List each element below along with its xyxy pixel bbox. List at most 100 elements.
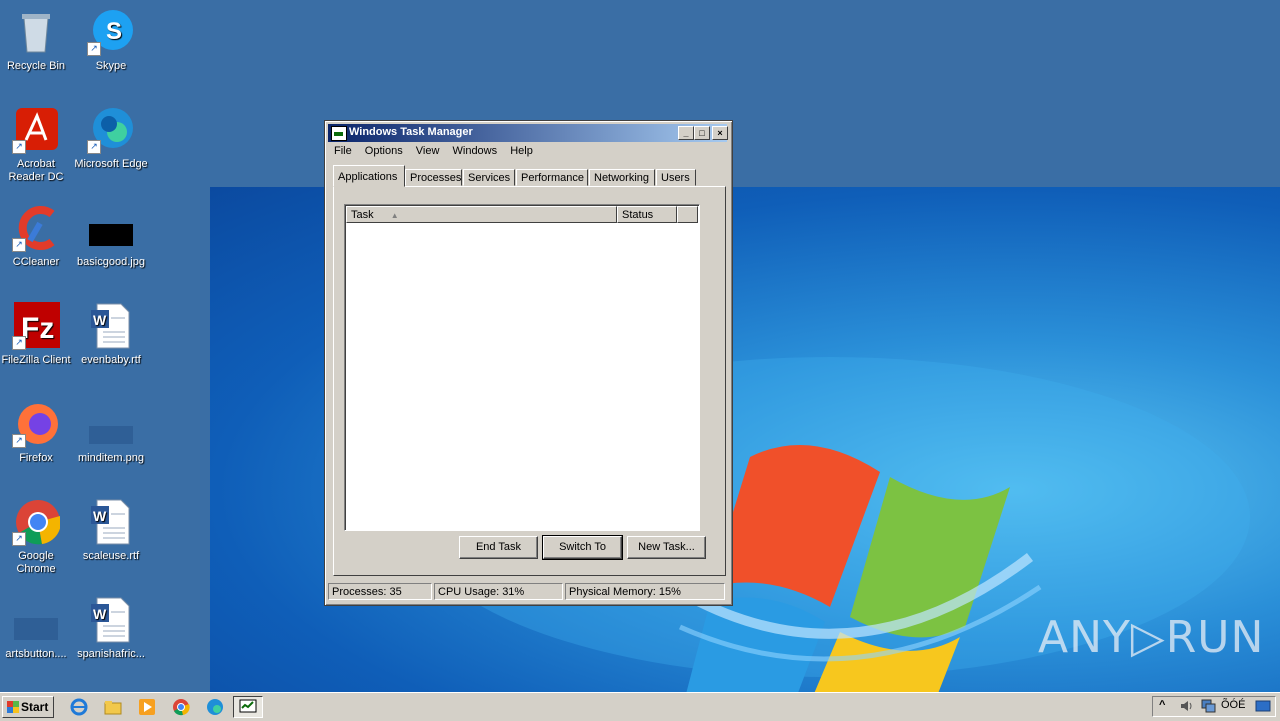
status-processes: Processes: 35 [328,583,432,600]
new-task-button[interactable]: New Task... [627,536,706,559]
icon-label: evenbaby.rtf [81,354,141,366]
filezilla-icon: Fz ↗ [12,302,60,350]
shortcut-arrow-icon: ↗ [12,532,26,546]
edge-icon: ↗ [87,106,135,154]
icon-label: CCleaner [12,256,60,268]
tab-networking[interactable]: Networking [589,169,655,186]
task-manager-taskbar-button[interactable] [233,696,263,718]
tab-processes[interactable]: Processes [405,169,462,186]
recycle-bin-icon [12,8,60,56]
desktop-icon-basicgood[interactable]: basicgood.jpg [73,204,149,269]
internet-explorer-icon[interactable] [70,698,88,716]
tab-applications[interactable]: Applications [333,165,405,187]
desktop-icon-filezilla[interactable]: Fz ↗ FileZilla Client [0,302,74,367]
icon-label: spanishafric... [77,648,145,660]
icon-label: FileZilla Client [1,354,71,366]
icon-label: artsbutton.... [5,648,67,660]
shortcut-arrow-icon: ↗ [87,140,101,154]
icon-label: Skype [95,60,127,72]
chrome-taskbar-icon[interactable] [172,698,190,716]
show-desktop-icon[interactable] [1255,699,1271,713]
desktop-icon-edge[interactable]: ↗ Microsoft Edge [73,106,149,171]
switch-to-button[interactable]: Switch To [542,535,623,560]
svg-text:W: W [93,606,107,622]
desktop-icon-artsbutton[interactable]: artsbutton.... [0,596,74,661]
minimize-button[interactable]: _ [678,126,694,140]
title-bar[interactable]: Windows Task Manager _ □ × [328,124,728,142]
menu-help[interactable]: Help [505,143,538,159]
menu-windows[interactable]: Windows [448,143,503,159]
volume-icon[interactable] [1179,699,1195,713]
status-physical-memory: Physical Memory: 15% [565,583,725,600]
file-explorer-icon[interactable] [104,698,122,716]
anyrun-watermark: ANY▷RUN [1038,612,1265,663]
media-player-icon[interactable] [138,698,156,716]
task-manager-icon [239,699,257,713]
tab-performance[interactable]: Performance [516,169,588,186]
word-document-icon: W [87,302,135,350]
word-document-icon: W [87,596,135,644]
start-button[interactable]: Start [2,696,54,718]
edge-taskbar-icon[interactable] [206,698,224,716]
task-list[interactable]: Task ▲ Status [344,204,700,531]
chrome-icon: ↗ [12,498,61,546]
tab-strip: Applications Processes Services Performa… [333,165,713,187]
task-manager-window: Windows Task Manager _ □ × File Options … [324,120,733,606]
clock[interactable]: ÕÓÉ [1221,699,1245,711]
show-hidden-icons-chevron[interactable]: ^ [1159,699,1165,711]
column-task-label: Task [351,209,374,221]
desktop-icon-acrobat[interactable]: ↗ Acrobat Reader DC [0,106,74,184]
icon-label: Firefox [19,452,53,464]
menu-bar: File Options View Windows Help [329,143,538,161]
column-header-filler [677,206,698,223]
system-tray: ^ ÕÓÉ [1152,696,1276,717]
shortcut-arrow-icon: ↗ [12,434,26,448]
ccleaner-icon: ↗ [12,204,60,252]
end-task-button[interactable]: End Task [459,536,538,559]
desktop-icon-spanishafric[interactable]: W spanishafric... [73,596,149,661]
close-button[interactable]: × [712,126,728,140]
image-file-icon [87,400,135,448]
column-header-status[interactable]: Status [617,206,677,223]
window-title: Windows Task Manager [349,126,473,138]
menu-view[interactable]: View [411,143,445,159]
desktop-icon-skype[interactable]: S ↗ Skype [73,8,149,73]
desktop-icon-recycle-bin[interactable]: Recycle Bin [0,8,74,73]
start-label: Start [21,700,49,714]
network-icon[interactable] [1201,699,1217,713]
desktop: Recycle Bin S ↗ Skype ↗ Acrobat Reader D… [0,0,1280,692]
svg-text:W: W [93,312,107,328]
maximize-button[interactable]: □ [694,126,710,140]
desktop-icon-firefox[interactable]: ↗ Firefox [0,400,74,465]
menu-options[interactable]: Options [360,143,408,159]
icon-label: Microsoft Edge [74,158,148,170]
image-file-icon [87,204,135,252]
icon-label: minditem.png [77,452,145,464]
windows-logo-icon [7,701,19,713]
desktop-icon-minditem[interactable]: minditem.png [73,400,149,465]
icon-label: Acrobat Reader DC [8,158,64,183]
word-document-icon: W [87,498,135,546]
tab-services[interactable]: Services [463,169,515,186]
shortcut-arrow-icon: ↗ [12,238,26,252]
menu-file[interactable]: File [329,143,357,159]
sort-ascending-icon: ▲ [390,211,399,220]
desktop-icon-scaleuse[interactable]: W scaleuse.rtf [73,498,149,563]
task-manager-icon [331,126,347,141]
icon-label: Recycle Bin [6,60,66,72]
shortcut-arrow-icon: ↗ [12,336,26,350]
svg-text:S: S [106,18,122,45]
status-bar: Processes: 35 CPU Usage: 31% Physical Me… [328,582,727,601]
shortcut-arrow-icon: ↗ [87,42,101,56]
status-cpu-usage: CPU Usage: 31% [434,583,563,600]
column-header-task[interactable]: Task ▲ [346,206,617,223]
icon-label: scaleuse.rtf [82,550,140,562]
desktop-icon-evenbaby[interactable]: W evenbaby.rtf [73,302,149,367]
tab-users[interactable]: Users [656,169,696,186]
icon-label: Google Chrome [16,550,56,575]
icon-label: basicgood.jpg [77,256,145,268]
shortcut-arrow-icon: ↗ [12,140,26,154]
desktop-icon-chrome[interactable]: ↗ Google Chrome [0,498,74,576]
image-file-icon [12,596,60,644]
desktop-icon-ccleaner[interactable]: ↗ CCleaner [0,204,74,269]
